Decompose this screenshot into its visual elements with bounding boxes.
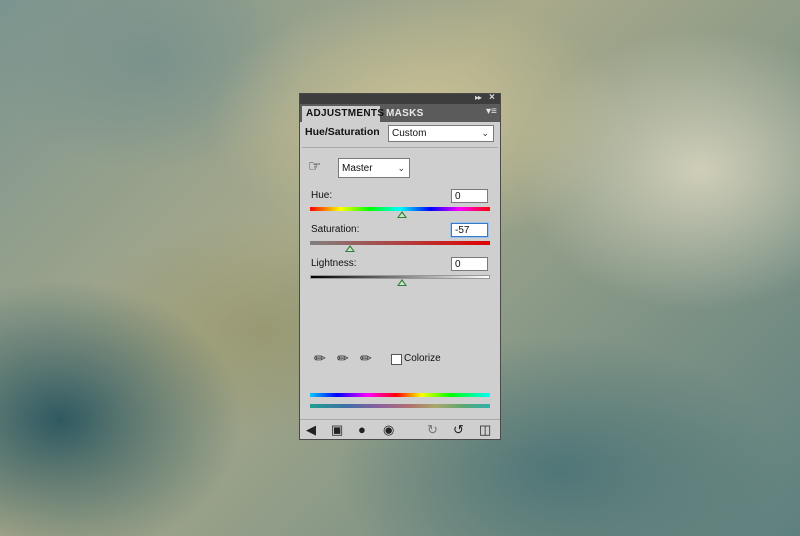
chevron-down-icon: ⌄ [481, 128, 489, 138]
lightness-input[interactable]: 0 [451, 257, 488, 271]
delete-trash-icon[interactable]: ◫ [479, 422, 491, 438]
colorize-checkbox[interactable] [391, 354, 402, 365]
preset-value: Custom [392, 128, 427, 139]
close-icon[interactable]: × [489, 92, 495, 103]
result-color-range-bar [310, 404, 490, 408]
panel-titlebar[interactable]: ▸▸ × [300, 92, 500, 104]
visibility-eye-icon[interactable]: ◉ [383, 422, 394, 438]
adjustment-title: Hue/Saturation [305, 126, 380, 138]
expanded-view-icon[interactable]: ▣ [331, 422, 343, 438]
eyedropper-icon[interactable]: ✏ [314, 350, 326, 367]
saturation-slider-handle[interactable] [345, 245, 355, 252]
adjustments-panel: ▸▸ × ADJUSTMENTS MASKS ▾≡ Hue/Saturation… [299, 92, 501, 440]
eyedropper-add-icon[interactable]: ✏ [337, 350, 349, 367]
chevron-down-icon: ⌄ [397, 163, 405, 173]
view-previous-state-icon[interactable]: ↻ [427, 422, 438, 438]
hue-input[interactable]: 0 [451, 189, 488, 203]
targeted-adjustment-hand-icon[interactable]: ☞ [308, 157, 321, 175]
eyedropper-subtract-icon[interactable]: ✏ [360, 350, 372, 367]
hue-slider-handle[interactable] [397, 211, 407, 218]
panel-menu-icon[interactable]: ▾≡ [486, 106, 497, 117]
channel-dropdown[interactable]: Master ⌄ [338, 158, 410, 178]
source-color-range-bar [310, 393, 490, 397]
colorize-label: Colorize [404, 353, 441, 364]
tab-masks[interactable]: MASKS [382, 106, 428, 122]
lightness-label: Lightness: [311, 258, 357, 269]
clip-to-layer-icon[interactable]: ● [358, 422, 366, 437]
preset-dropdown[interactable]: Custom ⌄ [388, 125, 494, 142]
tab-adjustments[interactable]: ADJUSTMENTS [302, 106, 384, 122]
divider [302, 147, 498, 148]
lightness-slider-handle[interactable] [397, 279, 407, 286]
double-chevron-right-icon[interactable]: ▸▸ [475, 93, 482, 102]
saturation-input[interactable]: -57 [451, 223, 488, 237]
channel-value: Master [342, 163, 373, 174]
saturation-slider-track[interactable] [310, 241, 490, 245]
reset-icon[interactable]: ↺ [453, 422, 464, 438]
saturation-label: Saturation: [311, 224, 360, 235]
back-arrow-icon[interactable]: ◀ [306, 422, 316, 438]
hue-label: Hue: [311, 190, 333, 201]
panel-tabs: ADJUSTMENTS MASKS ▾≡ [300, 104, 500, 122]
panel-bottom-toolbar: ◀ ▣ ● ◉ ↻ ↺ ◫ [300, 419, 500, 440]
